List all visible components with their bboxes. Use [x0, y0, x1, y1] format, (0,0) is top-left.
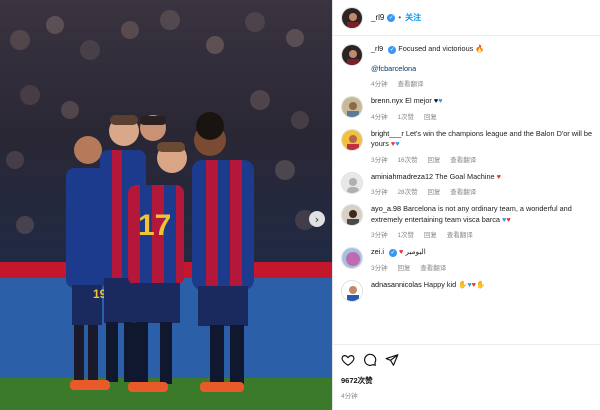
reply-button[interactable]: 回复 [397, 265, 410, 272]
reply-button[interactable]: 回复 [424, 232, 437, 239]
see-translation-link[interactable]: 查看翻译 [397, 81, 423, 88]
post-side-panel: _rl9 ✓ • 关注 _rl9 ✓ Focused and victoriou… [332, 0, 600, 410]
post-photo[interactable]: 19 17 › [0, 0, 332, 410]
comment-username[interactable]: ayo_a.98 [371, 204, 401, 213]
red-heart-emoji-icon: ♥ [506, 214, 511, 224]
comment-text: البومبر [405, 247, 426, 256]
comment-timestamp: 3分钟 [371, 156, 388, 164]
comment-username[interactable]: aminiahmadreza12 [371, 172, 433, 181]
comment-text: Happy kid [423, 279, 457, 289]
reply-button[interactable]: 回复 [427, 157, 440, 164]
chevron-right-icon: › [314, 212, 320, 226]
comment-item: ayo_a.98 Barcelona is not any ordinary t… [341, 204, 593, 239]
fire-emoji-icon: 🔥 [475, 44, 485, 53]
commenter-avatar[interactable] [341, 128, 363, 151]
comment-item: zei.i ✓ ♥ البومبر 3分钟 回复 查看翻译 [341, 247, 593, 272]
commenter-avatar[interactable] [341, 96, 363, 118]
comment-username[interactable]: adnasannicolas [371, 280, 422, 289]
comment-item: aminiahmadreza12 The Goal Machine ♥ 3分钟 … [341, 171, 593, 196]
comment-text: The Goal Machine [434, 171, 495, 181]
commenter-avatar[interactable] [341, 247, 363, 269]
caption-username[interactable]: _rl9 [371, 44, 383, 53]
post-age: 4分钟 [341, 393, 358, 400]
like-count[interactable]: 9672次赞 [341, 375, 593, 386]
verified-icon: ✓ [389, 249, 398, 257]
instagram-post: 19 17 › _rl9 ✓ • 关注 _rl9 ✓ Focused and v… [0, 0, 600, 410]
comment-timestamp: 3分钟 [371, 189, 388, 196]
blue-heart-emoji-icon: ♥ [395, 139, 400, 148]
heart-on-fire-emoji-icon: ♥ [399, 247, 404, 256]
comment-like-count[interactable]: 1次赞 [397, 114, 414, 121]
red-heart-emoji-icon: ♥ [496, 171, 501, 181]
blue-heart-emoji-icon: ♥ [438, 96, 443, 105]
comment-username[interactable]: brenn.nyx [371, 96, 403, 105]
follow-button[interactable]: 关注 [405, 12, 421, 23]
reply-button[interactable]: 回复 [427, 189, 440, 196]
see-translation-link[interactable]: 查看翻译 [420, 265, 446, 272]
comment-timestamp: 3分钟 [371, 264, 388, 272]
see-translation-link[interactable]: 查看翻译 [447, 232, 473, 239]
post-caption: _rl9 ✓ Focused and victorious 🔥 @fcbarce… [341, 44, 593, 88]
football-team-celebration-image: 19 17 [0, 0, 332, 410]
post-header: _rl9 ✓ • 关注 [333, 0, 600, 36]
see-translation-link[interactable]: 查看翻译 [450, 157, 476, 164]
comment-icon[interactable] [363, 353, 377, 367]
comment-timestamp: 3分钟 [371, 232, 388, 239]
separator-dot: • [398, 13, 402, 22]
raised-hands-emoji-icon: ✋ [458, 279, 468, 289]
commenter-avatar[interactable] [341, 204, 363, 226]
svg-text:17: 17 [138, 209, 171, 242]
comments-list[interactable]: _rl9 ✓ Focused and victorious 🔥 @fcbarce… [333, 38, 600, 344]
verified-icon: ✓ [387, 13, 396, 22]
comment-like-count[interactable]: 16次赞 [397, 157, 417, 164]
caption-timestamp: 4分钟 [371, 81, 388, 88]
heart-icon[interactable] [341, 353, 355, 367]
comment-username[interactable]: zei.i [371, 247, 384, 256]
see-translation-link[interactable]: 查看翻译 [450, 189, 476, 196]
raised-hands-emoji-icon: ✋ [476, 279, 486, 289]
author-username[interactable]: _rl9 [371, 13, 384, 22]
author-avatar[interactable] [341, 6, 363, 29]
caption-text: Focused and victorious [398, 44, 474, 53]
comment-text: Let's win the champions league and the B… [371, 128, 593, 149]
comment-item: adnasannicolas Happy kid ✋♥♥✋ [341, 279, 593, 302]
commenter-avatar[interactable] [341, 171, 363, 194]
comment-like-count[interactable]: 1次赞 [397, 232, 414, 239]
commenter-avatar[interactable] [341, 279, 363, 302]
share-icon[interactable] [385, 353, 399, 367]
comment-text: El mejor [405, 96, 432, 105]
next-photo-button[interactable]: › [309, 211, 325, 227]
reply-button[interactable]: 回复 [424, 114, 437, 121]
comment-like-count[interactable]: 28次赞 [397, 189, 417, 196]
author-avatar[interactable] [341, 44, 363, 66]
comment-item: brenn.nyx El mejor ♥♥ 4分钟 1次赞 回复 [341, 96, 593, 121]
comment-timestamp: 4分钟 [371, 113, 388, 121]
comment-username[interactable]: bright___r [371, 129, 404, 138]
comment-item: bright___r Let's win the champions leagu… [341, 128, 593, 164]
post-actions: 9672次赞 4分钟 [333, 344, 600, 410]
caption-mention-link[interactable]: @fcbarcelona [371, 64, 593, 75]
comment-text: Barcelona is not any ordinary team, a wo… [371, 204, 572, 224]
verified-icon: ✓ [388, 46, 397, 54]
